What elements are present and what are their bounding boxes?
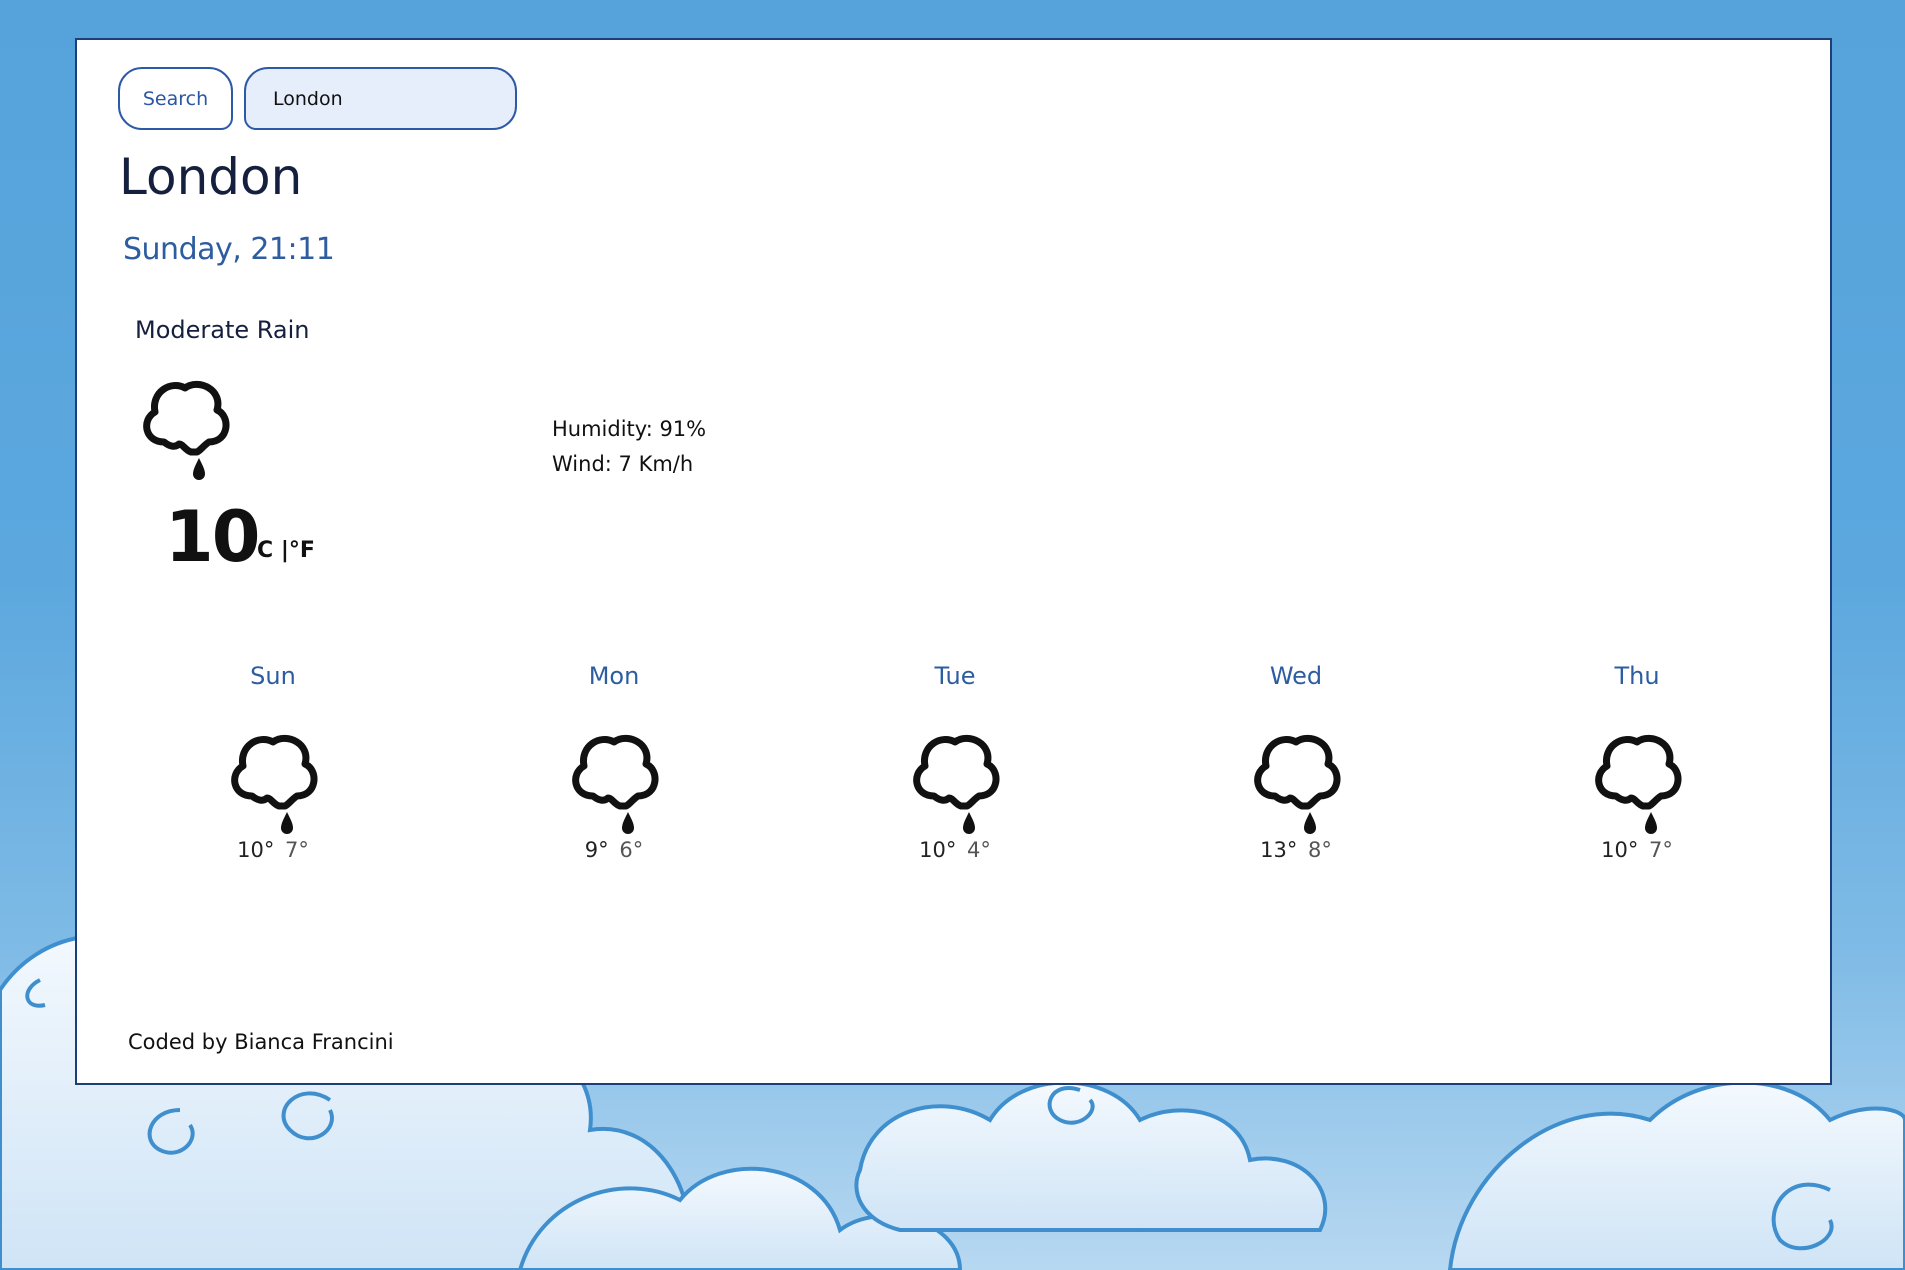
forecast-temps: 9° 6° [514, 838, 714, 862]
forecast-day-name: Tue [934, 662, 976, 690]
forecast-max-temp: 10° [919, 838, 957, 862]
rain-cloud-icon [143, 380, 230, 480]
weather-details: Humidity: 91% Wind: 7 Km/h [552, 412, 706, 482]
forecast-max-temp: 10° [237, 838, 275, 862]
city-name: London [119, 148, 303, 206]
fahrenheit-link[interactable]: °F [289, 538, 315, 563]
forecast-min-temp: 4° [967, 838, 991, 862]
search-button[interactable]: Search [118, 67, 233, 130]
unit-separator: | [273, 538, 289, 563]
forecast-row: Sun 10° 7° Mon 9° 6° Tue 10° 4° Wed 13° … [77, 650, 1834, 930]
current-datetime: Sunday, 21:11 [123, 232, 335, 267]
footer-credit: Coded by Bianca Francini [128, 1030, 394, 1054]
rain-cloud-icon [1595, 734, 1682, 834]
forecast-day-name: Thu [1614, 662, 1660, 690]
forecast-temps: 13° 8° [1196, 838, 1396, 862]
forecast-temps: 10° 7° [173, 838, 373, 862]
humidity-text: Humidity: 91% [552, 417, 707, 441]
forecast-temps: 10° 7° [1537, 838, 1737, 862]
rain-cloud-icon [913, 734, 1000, 834]
forecast-day: Tue 10° 4° [855, 650, 1055, 862]
forecast-day: Thu 10° 7° [1537, 650, 1737, 862]
forecast-day: Wed 13° 8° [1196, 650, 1396, 862]
weather-app-card: Search London Sunday, 21:11 Moderate Rai… [75, 38, 1832, 1085]
forecast-day: Sun 10° 7° [173, 650, 373, 862]
rain-cloud-icon [1254, 734, 1341, 834]
forecast-day: Mon 9° 6° [514, 650, 714, 862]
forecast-min-temp: 8° [1308, 838, 1332, 862]
celsius-link[interactable]: °C [246, 538, 273, 563]
forecast-day-name: Wed [1269, 662, 1323, 690]
rain-cloud-icon [231, 734, 318, 834]
city-search-input[interactable] [244, 67, 517, 130]
forecast-max-temp: 9° [584, 838, 609, 862]
forecast-max-temp: 10° [1601, 838, 1639, 862]
wind-text: Wind: 7 Km/h [552, 452, 694, 476]
forecast-day-name: Sun [250, 662, 296, 690]
forecast-min-temp: 6° [619, 838, 644, 862]
forecast-temps: 10° 4° [855, 838, 1055, 862]
current-temperature: 10 [165, 496, 260, 578]
forecast-min-temp: 7° [1649, 838, 1673, 862]
weather-description: Moderate Rain [135, 316, 310, 344]
forecast-day-name: Mon [588, 662, 640, 690]
unit-toggle: °C | °F [246, 538, 315, 563]
forecast-max-temp: 13° [1260, 838, 1298, 862]
rain-cloud-icon [572, 734, 659, 834]
forecast-min-temp: 7° [285, 838, 309, 862]
